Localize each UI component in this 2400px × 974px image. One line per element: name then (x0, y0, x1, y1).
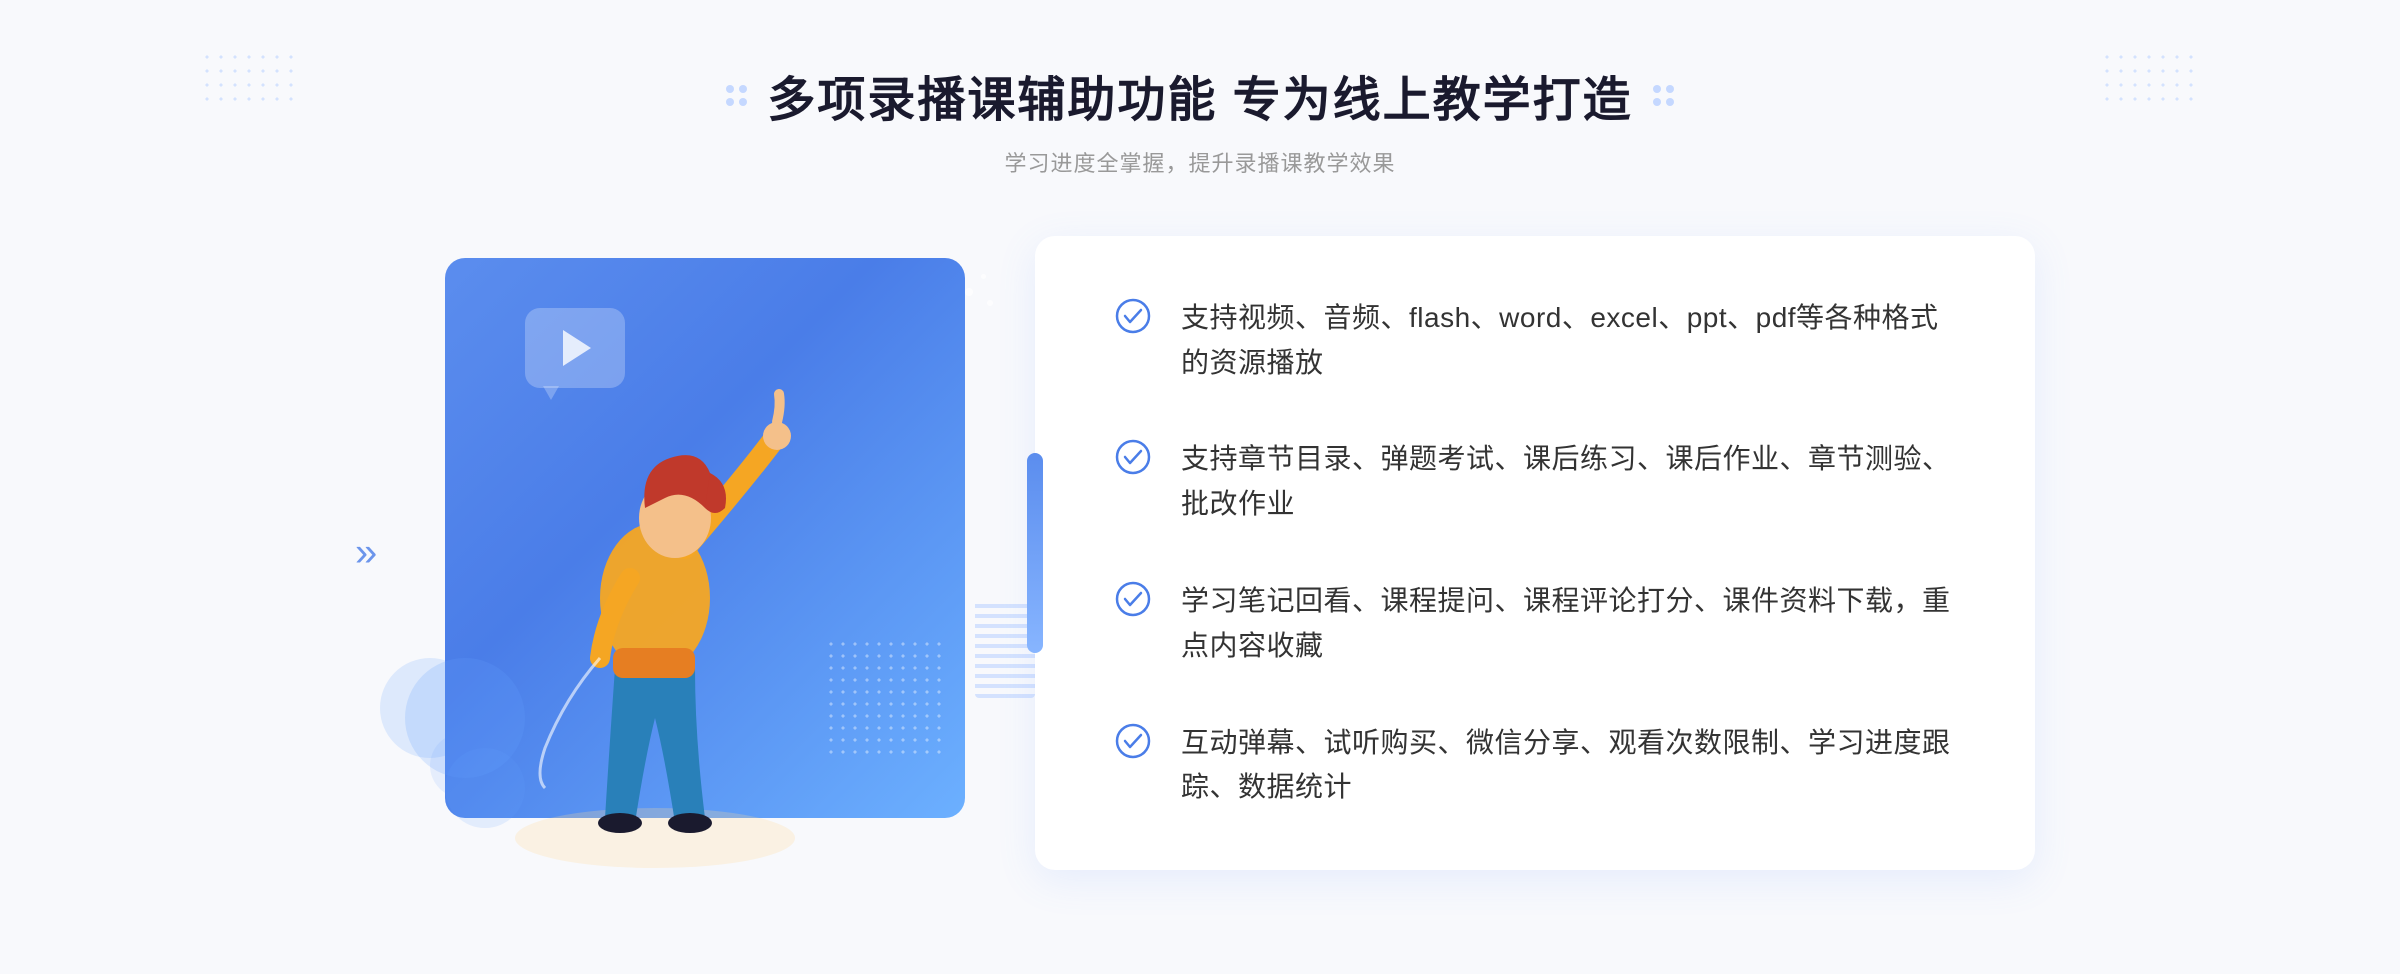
stripe-decoration (975, 598, 1035, 698)
feature-item-2: 支持章节目录、弹题考试、课后练习、课后作业、章节测验、批改作业 (1115, 437, 1955, 527)
check-icon-4 (1115, 723, 1151, 759)
title-deco-right (1653, 85, 1674, 106)
features-card: 支持视频、音频、flash、word、excel、ppt、pdf等各种格式的资源… (1035, 236, 2035, 870)
dot-grid-top-left (200, 50, 300, 110)
subtitle: 学习进度全掌握，提升录播课教学效果 (726, 146, 1673, 178)
person-illustration (485, 298, 825, 878)
dots-grid-decoration (825, 638, 945, 758)
main-content: » (300, 228, 2100, 878)
feature-text-3: 学习笔记回看、课程提问、课程评论打分、课件资料下载，重点内容收藏 (1181, 579, 1955, 669)
feature-item-4: 互动弹幕、试听购买、微信分享、观看次数限制、学习进度跟踪、数据统计 (1115, 721, 1955, 811)
title-deco-left (726, 85, 747, 106)
dot-grid-top-right (2100, 50, 2200, 110)
main-title: 多项录播课辅助功能 专为线上教学打造 (767, 60, 1632, 130)
feature-text-2: 支持章节目录、弹题考试、课后练习、课后作业、章节测验、批改作业 (1181, 437, 1955, 527)
check-icon-3 (1115, 581, 1151, 617)
title-row: 多项录播课辅助功能 专为线上教学打造 (726, 60, 1673, 130)
feature-text-4: 互动弹幕、试听购买、微信分享、观看次数限制、学习进度跟踪、数据统计 (1181, 721, 1955, 811)
header-section: 多项录播课辅助功能 专为线上教学打造 学习进度全掌握，提升录播课教学效果 (726, 0, 1673, 178)
feature-text-1: 支持视频、音频、flash、word、excel、ppt、pdf等各种格式的资源… (1181, 296, 1955, 386)
page-container: 多项录播课辅助功能 专为线上教学打造 学习进度全掌握，提升录播课教学效果 » (0, 0, 2400, 974)
check-icon-1 (1115, 298, 1151, 334)
illustration-wrapper (365, 228, 1065, 878)
feature-item-1: 支持视频、音频、flash、word、excel、ppt、pdf等各种格式的资源… (1115, 296, 1955, 386)
check-icon-2 (1115, 439, 1151, 475)
feature-item-3: 学习笔记回看、课程提问、课程评论打分、课件资料下载，重点内容收藏 (1115, 579, 1955, 669)
